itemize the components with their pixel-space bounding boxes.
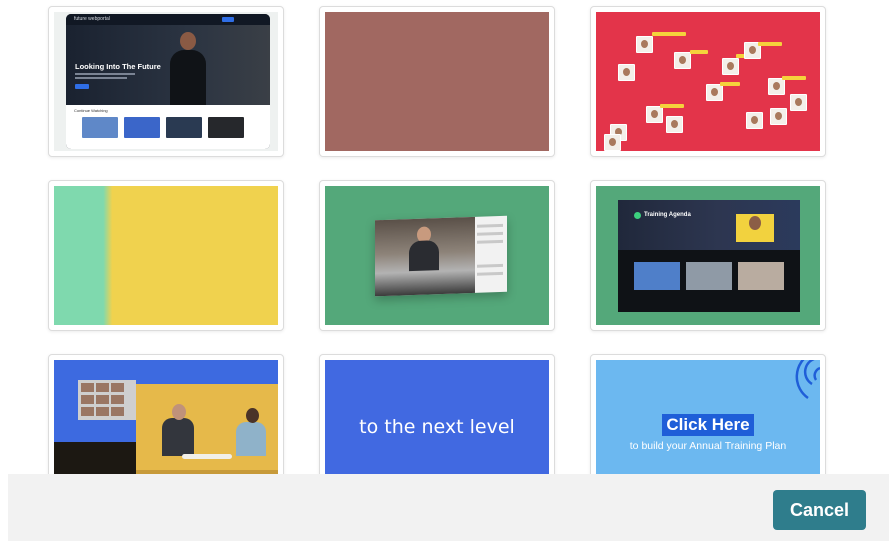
name-tag [652,32,686,36]
template-thumbnail [325,186,549,325]
avatar [722,58,739,75]
template-card-green-window[interactable] [319,180,555,331]
video-window [375,215,507,297]
sidebar-line [477,231,503,236]
template-thumbnail: future webportal Looking Into The Future… [54,12,278,151]
template-thumbnail: Click Here to build your Annual Training… [596,360,820,474]
sidebar-line [477,271,503,276]
avatar [768,78,785,95]
template-thumbnail: to the next level [325,360,549,474]
studio-table [182,454,232,459]
name-tag [690,50,708,54]
name-tag [758,42,782,46]
hero-cta [75,84,89,89]
radio-waves-icon [795,360,820,400]
template-card-plain-rose[interactable] [319,6,555,157]
template-card-split-mint-yellow[interactable] [48,180,284,331]
sidebar-line [477,263,503,268]
hero-text-line [75,73,135,75]
avatar [636,36,653,53]
host-head [172,404,186,420]
site-brand: future webportal [74,16,110,22]
guest-figure [236,422,266,456]
template-card-face-map[interactable] [590,6,826,157]
sidebar-line [477,223,503,228]
template-thumbnail [596,12,820,151]
video-frame [375,216,475,297]
content-row: Continue Watching [66,105,270,149]
name-tag [720,82,740,86]
avatar [770,108,787,125]
site-topbar: future webportal [66,14,270,25]
agenda-tile [686,262,732,290]
agenda-title: Training Agenda [644,212,691,218]
avatar [646,106,663,123]
avatar [746,112,763,129]
hero-title: Looking Into The Future [75,62,161,71]
section-label: Continue Watching [74,108,108,113]
avatar [706,84,723,101]
agenda-screen: Training Agenda [618,200,800,312]
presenter-face [749,216,761,230]
studio-dark-area [54,442,136,474]
agenda-tile [738,262,784,290]
template-thumbnail [325,12,549,151]
sidebar-line [477,239,503,244]
avatar [674,52,691,69]
template-grid: future webportal Looking Into The Future… [0,0,889,474]
video-tile [208,117,244,138]
template-card-webinar-portal[interactable]: future webportal Looking Into The Future… [48,6,284,157]
video-tile [82,117,118,138]
photo-collage [78,380,136,420]
avatar [790,94,807,111]
agenda-tile [634,262,680,290]
avatar [604,134,621,151]
name-tag [660,104,684,108]
laptop-screen: future webportal Looking Into The Future… [66,14,270,149]
template-card-podcast-studio[interactable] [48,354,284,474]
click-here-headline: Click Here [596,414,820,436]
avatar [666,116,683,133]
cancel-button[interactable]: Cancel [773,490,866,530]
dialog-footer: Cancel [8,474,889,541]
avatar [618,64,635,81]
template-card-training-agenda[interactable]: Training Agenda [590,180,826,331]
site-button [222,17,234,22]
video-tile [166,117,202,138]
template-card-next-level[interactable]: to the next level [319,354,555,474]
slide-caption: to the next level [359,416,515,438]
host-figure [162,418,194,456]
presenter-figure [168,32,208,105]
hero-text-line [75,77,127,79]
template-card-click-here[interactable]: Click Here to build your Annual Training… [590,354,826,474]
template-thumbnail [54,360,278,474]
template-thumbnail: Training Agenda [596,186,820,325]
click-here-subline: to build your Annual Training Plan [629,440,787,452]
guest-head [246,408,259,423]
template-thumbnail [54,186,278,325]
agenda-logo-icon [634,212,641,219]
name-tag [782,76,806,80]
video-tile [124,117,160,138]
